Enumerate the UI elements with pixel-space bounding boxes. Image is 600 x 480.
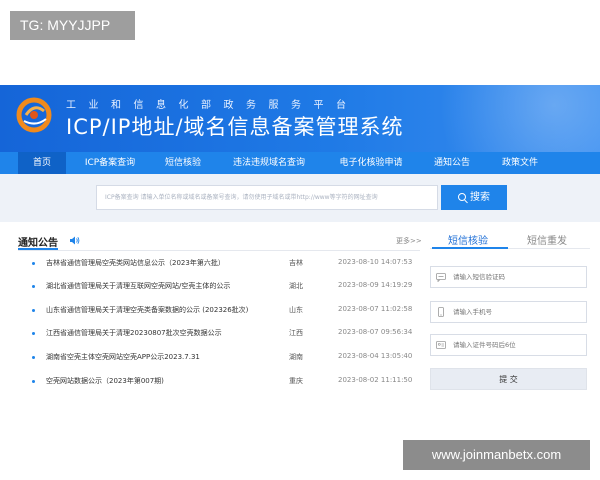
notice-item-date: 2023-08-07 09:56:34 <box>338 328 413 336</box>
notice-item-province: 湖南 <box>289 353 303 361</box>
notice-divider <box>18 250 420 251</box>
sms-code-input[interactable] <box>453 270 583 284</box>
bullet-dot-icon <box>32 285 35 288</box>
banner-decoration <box>370 85 600 152</box>
notice-item-date: 2023-08-07 11:02:58 <box>338 305 413 313</box>
bullet-dot-icon <box>32 262 35 265</box>
notice-item-province: 吉林 <box>289 259 303 267</box>
notice-item-province: 山东 <box>289 306 303 314</box>
notice-item-date: 2023-08-04 13:05:40 <box>338 352 413 360</box>
speaker-icon <box>70 236 80 245</box>
notice-item[interactable]: 江西省通信管理局关于清理20230807批次空壳数据公示 江西 2023-08-… <box>0 326 430 342</box>
notice-item[interactable]: 吉林省通信管理局空壳类网站信息公示（2023年第六批） 吉林 2023-08-1… <box>0 256 430 272</box>
tab-sms-resend[interactable]: 短信重发 <box>527 232 567 247</box>
notice-item[interactable]: 湖南省空壳主体空壳网站空壳APP公示2023.7.31 湖南 2023-08-0… <box>0 350 430 366</box>
notice-item[interactable]: 山东省通信管理局关于清理空壳类备案数据的公示 (202326批次) 山东 202… <box>0 303 430 319</box>
bullet-dot-icon <box>32 309 35 312</box>
header-banner: 工业和信息化部政务服务平台 ICP/IP地址/域名信息备案管理系统 <box>0 85 600 152</box>
bullet-dot-icon <box>32 332 35 335</box>
nav-item-policy-docs[interactable]: 政策文件 <box>488 152 552 174</box>
id-card-icon <box>436 341 446 349</box>
submit-button[interactable]: 提 交 <box>430 368 587 390</box>
phone-input[interactable] <box>453 305 583 319</box>
search-button[interactable]: 搜索 <box>441 185 507 210</box>
notice-item-province: 江西 <box>289 329 303 337</box>
nav-item-e-verify-apply[interactable]: 电子化核验申请 <box>322 152 420 174</box>
search-area: ICP备案查询 请输入单位名称或域名或备案号查询，请勿使用子域名或带http:/… <box>0 174 600 222</box>
bullet-dot-icon <box>32 380 35 383</box>
main-nav: 首页 ICP备案查询 短信核验 违法违规域名查询 电子化核验申请 通知公告 政策… <box>0 152 600 174</box>
nav-item-sms-verify[interactable]: 短信核验 <box>150 152 216 174</box>
notice-more-link[interactable]: 更多>> <box>396 236 422 246</box>
id-number-input[interactable] <box>453 338 583 352</box>
notice-item-title[interactable]: 湖北省通信管理局关于清理互联网空壳网站/空壳主体的公示 <box>46 281 230 291</box>
id-number-field[interactable] <box>430 334 587 356</box>
notice-item-province: 重庆 <box>289 377 303 385</box>
search-icon <box>458 193 466 201</box>
nav-item-illegal-domain-query[interactable]: 违法违规域名查询 <box>216 152 322 174</box>
watermark: www.joinmanbetx.com <box>403 440 590 470</box>
banner-subtitle: 工业和信息化部政务服务平台 <box>66 100 359 111</box>
icp-search-input[interactable]: ICP备案查询 请输入单位名称或域名或备案号查询，请勿使用子域名或带http:/… <box>96 185 438 210</box>
notice-item-province: 湖北 <box>289 282 303 290</box>
notice-item[interactable]: 空壳网站数据公示（2023年第007期) 重庆 2023-08-02 11:11… <box>0 374 430 390</box>
notice-item-title[interactable]: 吉林省通信管理局空壳类网站信息公示（2023年第六批） <box>46 258 225 268</box>
message-icon <box>436 273 446 282</box>
sms-verify-panel: 短信核验 短信重发 提 交 <box>430 226 590 396</box>
nav-item-home[interactable]: 首页 <box>18 152 66 174</box>
tab-sms-verify[interactable]: 短信核验 <box>448 232 488 247</box>
notice-item[interactable]: 湖北省通信管理局关于清理互联网空壳网站/空壳主体的公示 湖北 2023-08-0… <box>0 279 430 295</box>
overlay-tag: TG: MYYJJPP <box>10 11 135 40</box>
notice-section-title: 通知公告 <box>18 238 58 249</box>
bullet-dot-icon <box>32 356 35 359</box>
phone-icon <box>438 307 444 317</box>
notice-item-title[interactable]: 山东省通信管理局关于清理空壳类备案数据的公示 (202326批次) <box>46 305 248 315</box>
nav-item-notices[interactable]: 通知公告 <box>420 152 484 174</box>
notice-item-date: 2023-08-10 14:07:53 <box>338 258 413 266</box>
notice-item-title[interactable]: 江西省通信管理局关于清理20230807批次空壳数据公示 <box>46 328 222 338</box>
notice-item-date: 2023-08-09 14:19:29 <box>338 281 413 289</box>
notice-item-title[interactable]: 湖南省空壳主体空壳网站空壳APP公示2023.7.31 <box>46 352 200 362</box>
nav-item-icp-query[interactable]: ICP备案查询 <box>70 152 150 174</box>
page-title: ICP/IP地址/域名信息备案管理系统 <box>66 115 404 139</box>
phone-field[interactable] <box>430 301 587 323</box>
active-tab-indicator <box>432 247 508 249</box>
sms-code-field[interactable] <box>430 266 587 288</box>
notice-item-title[interactable]: 空壳网站数据公示（2023年第007期) <box>46 376 164 386</box>
notice-item-date: 2023-08-02 11:11:50 <box>338 376 413 384</box>
notice-header: 通知公告 更多>> <box>18 234 422 250</box>
search-button-label: 搜索 <box>470 192 490 203</box>
miit-logo-icon <box>16 97 52 133</box>
